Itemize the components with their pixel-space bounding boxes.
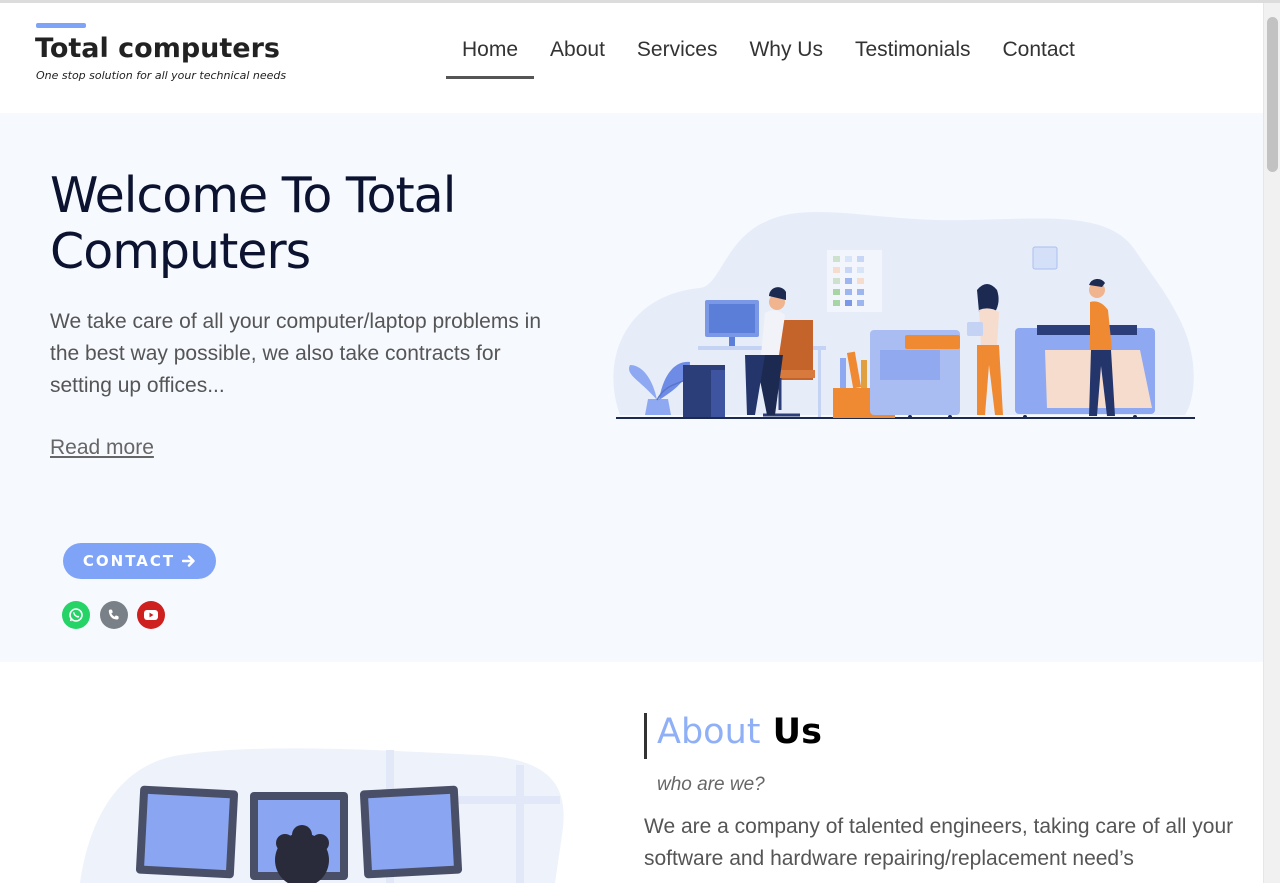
wall-chart <box>827 250 882 312</box>
youtube-icon[interactable] <box>137 601 165 629</box>
about-title: About Us <box>657 712 822 752</box>
large-format-printer <box>1015 325 1155 419</box>
hero-title: Welcome To Total Computers <box>50 167 456 280</box>
main-nav: Home About Services Why Us Testimonials … <box>446 21 1091 79</box>
nav-why-us[interactable]: Why Us <box>733 21 839 79</box>
about-illustration <box>80 748 564 883</box>
logo-title[interactable]: Total computers <box>35 33 280 64</box>
about-subtitle: who are we? <box>657 774 765 795</box>
copier-machine <box>870 330 960 419</box>
contact-button-label: CONTACT <box>82 552 176 570</box>
about-title-part2: Us <box>772 712 822 752</box>
wall-clock <box>1032 246 1058 270</box>
nav-testimonials[interactable]: Testimonials <box>839 21 987 79</box>
nav-about[interactable]: About <box>534 21 621 79</box>
whatsapp-icon[interactable] <box>62 601 90 629</box>
site-header: Total computers One stop solution for al… <box>0 3 1263 113</box>
logo-subtitle: One stop solution for all your technical… <box>36 69 287 82</box>
about-title-bar <box>644 713 647 759</box>
page-scrollbar[interactable] <box>1263 3 1280 883</box>
monitor-right <box>359 785 463 879</box>
scrollbar-thumb[interactable] <box>1267 17 1278 172</box>
hero-description: We take care of all your computer/laptop… <box>50 310 542 397</box>
phone-icon[interactable] <box>100 601 128 629</box>
hero-section: Welcome To Total Computers We take care … <box>0 113 1263 662</box>
about-title-part1: About <box>657 712 761 752</box>
read-more-link[interactable]: Read more <box>50 436 154 460</box>
about-description: We are a company of talented engineers, … <box>644 815 1234 870</box>
arrow-right-icon <box>182 554 196 568</box>
office-illustration <box>613 212 1195 419</box>
nav-contact[interactable]: Contact <box>987 21 1091 79</box>
nav-home[interactable]: Home <box>446 21 535 79</box>
contact-button[interactable]: CONTACT <box>63 543 216 579</box>
monitor-left <box>135 785 239 879</box>
logo-accent-bar <box>36 23 86 28</box>
nav-services[interactable]: Services <box>621 21 734 79</box>
